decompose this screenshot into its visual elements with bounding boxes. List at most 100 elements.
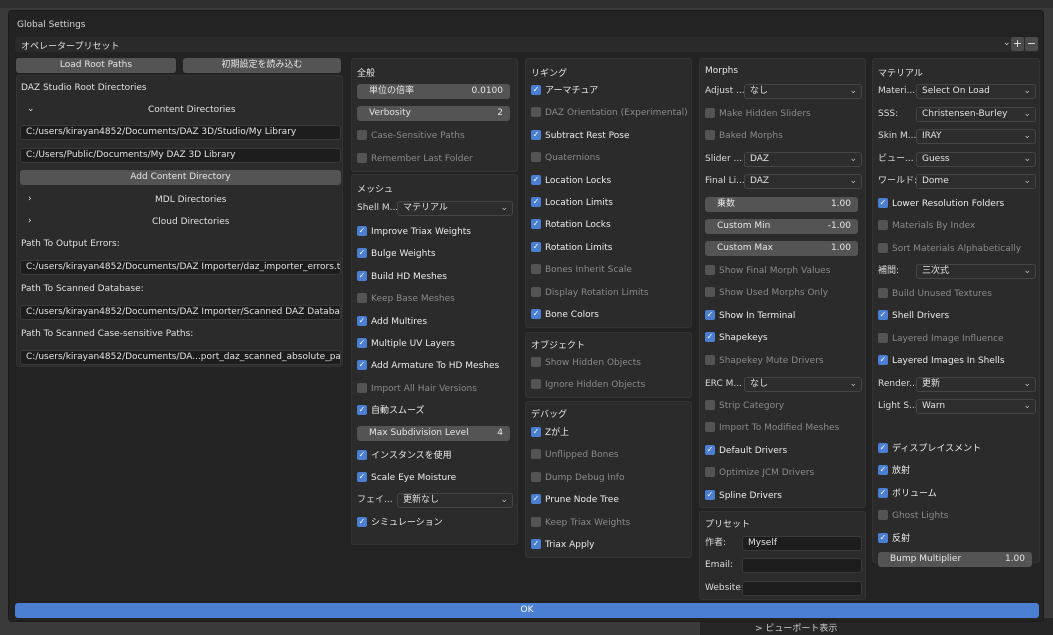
checkbox-row[interactable]: Display Rotation Limits	[531, 286, 649, 301]
plus-icon[interactable]: +	[1011, 37, 1024, 51]
checkbox[interactable]	[531, 516, 541, 527]
checkbox-row[interactable]: ✓ 放射	[878, 464, 910, 479]
checkbox-row[interactable]: ✓ Build HD Meshes	[357, 270, 447, 285]
output-errors-field[interactable]: C:/users/kirayan4852/Documents/DAZ Impor…	[20, 260, 341, 275]
checkbox-row[interactable]: Bones Inherit Scale	[531, 263, 632, 278]
ok-button[interactable]: OK	[15, 603, 1039, 618]
checkbox-row[interactable]: ✓ Rotation Locks	[531, 218, 611, 233]
checkbox[interactable]	[531, 378, 541, 389]
checkbox[interactable]: ✓	[705, 444, 715, 455]
checkbox-row[interactable]: Show Final Morph Values	[705, 264, 830, 279]
checkbox[interactable]: ✓	[357, 516, 367, 527]
slider-select[interactable]: DAZ ⌄	[744, 152, 862, 167]
checkbox[interactable]	[705, 354, 715, 365]
checkbox-row[interactable]: Remember Last Folder	[357, 152, 473, 167]
checkbox-row[interactable]: ✓ 反射	[878, 532, 910, 547]
content-path-field[interactable]: C:/users/kirayan4852/Documents/DAZ 3D/St…	[20, 125, 341, 140]
checkbox[interactable]	[878, 509, 888, 520]
checkbox-row[interactable]: Sort Materials Alphabetically	[878, 242, 1021, 257]
custom-max-field[interactable]: Custom Max 1.00	[705, 241, 858, 256]
checkbox[interactable]	[531, 356, 541, 367]
checkbox[interactable]: ✓	[531, 196, 541, 207]
checkbox-row[interactable]: Baked Morphs	[705, 129, 783, 144]
scale-field[interactable]: 単位の倍率 0.0100	[357, 84, 510, 99]
custom-min-field[interactable]: Custom Min -1.00	[705, 219, 858, 234]
website-field[interactable]	[742, 581, 862, 596]
checkbox-row[interactable]: Optimize JCM Drivers	[705, 466, 814, 481]
checkbox-row[interactable]: ✓ 自動スムーズ	[357, 404, 425, 419]
checkbox[interactable]	[531, 106, 541, 117]
content-directories-toggle[interactable]: Content Directories	[148, 103, 236, 118]
checkbox[interactable]	[705, 129, 715, 140]
checkbox[interactable]: ✓	[357, 359, 367, 370]
checkbox-row[interactable]: ✓ Location Locks	[531, 174, 611, 189]
shell-method-select[interactable]: マテリアル ⌄	[397, 201, 513, 216]
checkbox-row[interactable]: ✓ Location Limits	[531, 196, 613, 211]
checkbox-row[interactable]: ✓ Zが上	[531, 426, 569, 441]
checkbox-row[interactable]: ✓ Bone Colors	[531, 308, 599, 323]
author-field[interactable]: Myself	[742, 536, 862, 551]
email-field[interactable]	[742, 558, 862, 573]
checkbox[interactable]	[878, 287, 888, 298]
checkbox-row[interactable]: Shapekey Mute Drivers	[705, 354, 824, 369]
face-select[interactable]: 更新なし ⌄	[397, 493, 513, 508]
chevron-down-icon[interactable]: ⌄	[1003, 38, 1011, 48]
checkbox[interactable]	[705, 107, 715, 118]
checkbox[interactable]	[705, 264, 715, 275]
erc-select[interactable]: なし ⌄	[744, 377, 862, 392]
checkbox[interactable]: ✓	[357, 225, 367, 236]
scanned-db-field[interactable]: C:/users/kirayan4852/Documents/DAZ Impor…	[20, 305, 341, 320]
checkbox-row[interactable]: ✓ Shapekeys	[705, 331, 768, 346]
checkbox[interactable]: ✓	[705, 489, 715, 500]
checkbox-row[interactable]: Materials By Index	[878, 219, 975, 234]
checkbox-row[interactable]: Import To Modified Meshes	[705, 421, 839, 436]
checkbox-row[interactable]: ✓ Scale Eye Moisture	[357, 471, 456, 486]
checkbox[interactable]: ✓	[531, 218, 541, 229]
checkbox[interactable]	[357, 152, 367, 163]
checkbox[interactable]	[531, 471, 541, 482]
multiplier-field[interactable]: 乗数 1.00	[705, 197, 858, 212]
checkbox-row[interactable]: ✓ シミュレーション	[357, 516, 443, 531]
checkbox[interactable]: ✓	[357, 449, 367, 460]
world-select[interactable]: Dome ⌄	[916, 174, 1036, 189]
chevron-right-icon[interactable]: ›	[28, 214, 32, 229]
checkbox-row[interactable]: Build Unused Textures	[878, 287, 992, 302]
skin-method-select[interactable]: IRAY ⌄	[916, 129, 1036, 144]
checkbox-row[interactable]: Make Hidden Sliders	[705, 107, 811, 122]
checkbox-row[interactable]: ✓ Improve Triax Weights	[357, 225, 471, 240]
checkbox-row[interactable]: Keep Triax Weights	[531, 516, 630, 531]
checkbox-row[interactable]: Unflipped Bones	[531, 448, 619, 463]
checkbox[interactable]	[531, 286, 541, 297]
checkbox[interactable]: ✓	[531, 308, 541, 319]
light-settings-select[interactable]: Warn ⌄	[916, 399, 1036, 414]
checkbox[interactable]: ✓	[531, 84, 541, 95]
checkbox[interactable]: ✓	[878, 532, 888, 543]
checkbox-row[interactable]: ✓ ボリューム	[878, 487, 937, 502]
checkbox-row[interactable]: ✓ Prune Node Tree	[531, 493, 619, 508]
scanned-case-field[interactable]: C:/users/kirayan4852/Documents/DA...port…	[20, 350, 341, 365]
chevron-right-icon[interactable]: ›	[28, 192, 32, 207]
checkbox-row[interactable]: ✓ Rotation Limits	[531, 241, 613, 256]
checkbox[interactable]: ✓	[878, 464, 888, 475]
checkbox-row[interactable]: ✓ Add Multires	[357, 315, 427, 330]
checkbox-row[interactable]: Import All Hair Versions	[357, 382, 477, 397]
checkbox-row[interactable]: ✓ Add Armature To HD Meshes	[357, 359, 499, 374]
checkbox-row[interactable]: ✓ ディスプレイスメント	[878, 442, 981, 457]
checkbox-row[interactable]: Keep Base Meshes	[357, 292, 455, 307]
checkbox[interactable]	[878, 332, 888, 343]
operator-preset-bar[interactable]: オペレータープリセット ⌄ + −	[15, 37, 1039, 52]
checkbox[interactable]	[531, 448, 541, 459]
checkbox[interactable]	[705, 399, 715, 410]
checkbox-row[interactable]: ✓ アーマチュア	[531, 84, 598, 99]
cloud-directories-toggle[interactable]: Cloud Directories	[152, 215, 229, 230]
checkbox[interactable]: ✓	[531, 493, 541, 504]
checkbox-row[interactable]: ✓ Default Drivers	[705, 444, 787, 459]
checkbox[interactable]: ✓	[531, 129, 541, 140]
checkbox[interactable]: ✓	[705, 331, 715, 342]
checkbox-row[interactable]: ✓ Multiple UV Layers	[357, 337, 455, 352]
max-subdivision-field[interactable]: Max Subdivision Level 4	[357, 426, 510, 441]
checkbox-row[interactable]: Show Used Morphs Only	[705, 286, 828, 301]
checkbox[interactable]: ✓	[878, 309, 888, 320]
add-content-directory-button[interactable]: Add Content Directory	[20, 170, 341, 185]
checkbox-row[interactable]: Show Hidden Objects	[531, 356, 641, 371]
